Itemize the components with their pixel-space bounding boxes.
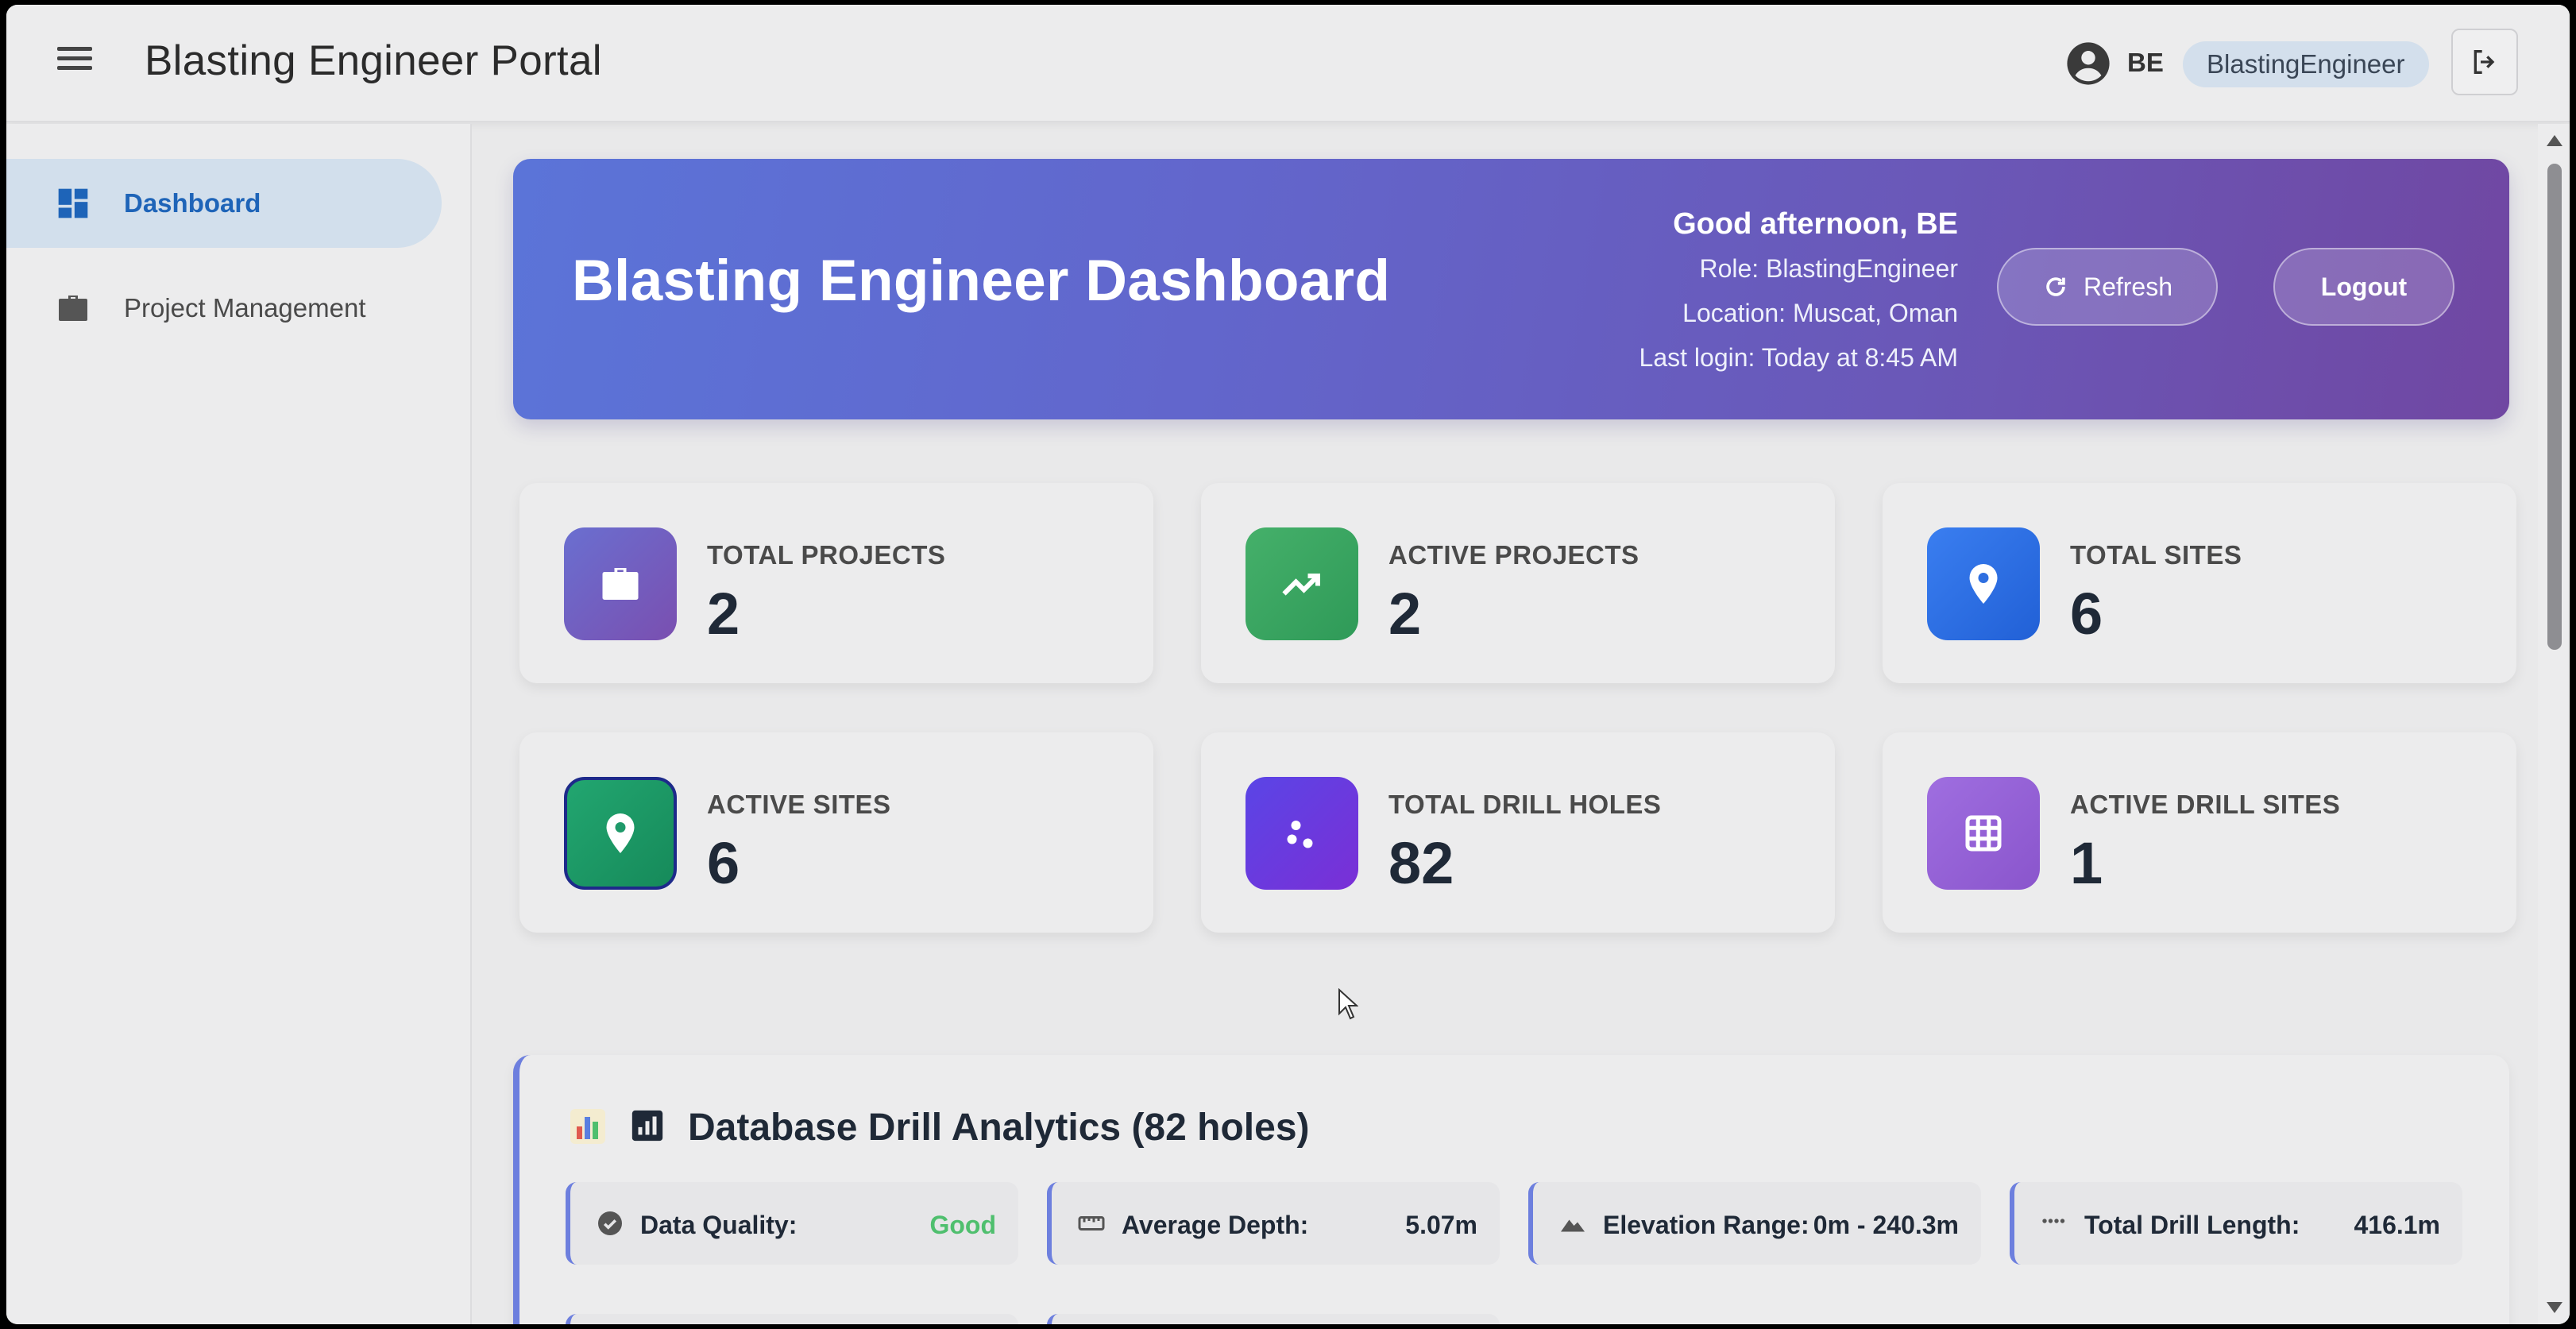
greeting: Good afternoon, BE	[1673, 207, 1958, 241]
scroll-up-arrow-icon[interactable]	[2547, 135, 2562, 146]
dotted-line-icon	[2042, 1219, 2065, 1223]
stat-card-total-sites: TOTAL SITES 6	[1883, 483, 2516, 683]
sidebar-item-label: Project Management	[124, 293, 366, 323]
terrain-icon	[1561, 1219, 1585, 1232]
stat-value: 2	[707, 581, 740, 647]
stat-value: 82	[1388, 830, 1454, 896]
stat-value: 2	[1388, 581, 1422, 647]
sidebar-item-label: Dashboard	[124, 188, 261, 218]
grid-icon	[1927, 777, 2040, 890]
user-initials: BE	[2127, 48, 2164, 77]
check-circle-icon	[598, 1211, 622, 1235]
dashboard-icon	[54, 184, 92, 222]
stat-value: 1	[2070, 830, 2103, 896]
trending-up-icon	[1246, 527, 1358, 640]
app-title: Blasting Engineer Portal	[145, 37, 602, 84]
sidebar-item-project-management[interactable]: Project Management	[6, 264, 442, 353]
scroll-down-arrow-icon[interactable]	[2547, 1302, 2562, 1313]
stat-card-active-sites: ACTIVE SITES 6	[519, 732, 1153, 933]
exit-button[interactable]	[2451, 29, 2518, 95]
stat-card-active-drill-sites: ACTIVE DRILL SITES 1	[1883, 732, 2516, 933]
app-bar: Blasting Engineer Portal BE BlastingEngi…	[6, 5, 2570, 122]
location-pin-icon	[564, 777, 677, 890]
metric-label: Total Drill Length:	[2084, 1211, 2300, 1239]
stat-card-total-projects: TOTAL PROJECTS 2	[519, 483, 1153, 683]
analytics-icon	[631, 1110, 663, 1142]
stat-card-active-projects: ACTIVE PROJECTS 2	[1201, 483, 1835, 683]
refresh-label: Refresh	[2083, 272, 2173, 301]
user-info: Good afternoon, BE Role: BlastingEnginee…	[1639, 202, 1958, 380]
stat-label: TOTAL SITES	[2070, 540, 2242, 570]
main-content: Blasting Engineer Dashboard Good afterno…	[473, 124, 2539, 1324]
stat-label: TOTAL DRILL HOLES	[1388, 790, 1662, 819]
logout-button[interactable]: Logout	[2273, 248, 2454, 326]
mouse-cursor-icon	[1338, 988, 1358, 1020]
metric-total-drill-length: Total Drill Length: 416.1m	[2010, 1182, 2462, 1265]
ruler-icon	[1078, 1216, 1105, 1230]
menu-hamburger-icon[interactable]	[51, 41, 98, 86]
stat-label: ACTIVE PROJECTS	[1388, 540, 1639, 570]
logout-label: Logout	[2320, 272, 2408, 301]
briefcase-icon	[564, 527, 677, 640]
role-text: Role: BlastingEngineer	[1699, 254, 1958, 283]
metric-value: 5.07m	[1405, 1211, 1477, 1239]
metric-data-quality: Data Quality: Good	[566, 1182, 1018, 1265]
sidebar: Dashboard Project Management	[6, 124, 472, 1324]
stat-label: ACTIVE DRILL SITES	[2070, 790, 2341, 819]
last-login-text: Last login: Today at 8:45 AM	[1639, 343, 1958, 372]
metric-label: Average Depth:	[1122, 1211, 1309, 1239]
app-window: Blasting Engineer Portal BE BlastingEngi…	[6, 5, 2570, 1324]
logout-icon	[2474, 50, 2495, 74]
location-text: Location: Muscat, Oman	[1682, 299, 1958, 327]
refresh-button[interactable]: Refresh	[1997, 248, 2218, 326]
stat-card-total-drill-holes: TOTAL DRILL HOLES 82	[1201, 732, 1835, 933]
sidebar-item-dashboard[interactable]: Dashboard	[6, 159, 442, 248]
metric-value: 0m - 240.3m	[1813, 1211, 1959, 1239]
metric-card-partial	[1047, 1314, 1500, 1324]
metric-value: 416.1m	[2354, 1211, 2440, 1239]
welcome-banner: Blasting Engineer Dashboard Good afterno…	[513, 159, 2509, 419]
refresh-icon	[2046, 277, 2065, 296]
account-circle-icon[interactable]	[2065, 41, 2111, 87]
stat-label: TOTAL PROJECTS	[707, 540, 946, 570]
metric-label: Elevation Range:	[1603, 1211, 1809, 1239]
drill-analytics-panel: Database Drill Analytics (82 holes) Data…	[513, 1055, 2509, 1324]
analytics-title: Database Drill Analytics (82 holes)	[688, 1107, 1310, 1149]
stat-value: 6	[707, 830, 740, 896]
role-chip: BlastingEngineer	[2183, 41, 2429, 87]
metric-average-depth: Average Depth: 5.07m	[1047, 1182, 1500, 1265]
bar-chart-emoji-icon	[570, 1109, 605, 1144]
metric-card-partial	[566, 1314, 1018, 1324]
metric-elevation-range: Elevation Range: 0m - 240.3m	[1528, 1182, 1981, 1265]
metric-label: Data Quality:	[640, 1211, 798, 1239]
stat-value: 6	[2070, 581, 2103, 647]
briefcase-icon	[54, 289, 92, 327]
vertical-scrollbar[interactable]	[2538, 124, 2570, 1324]
scroll-thumb[interactable]	[2547, 164, 2562, 650]
scatter-dots-icon	[1246, 777, 1358, 890]
dashboard-title: Blasting Engineer Dashboard	[572, 249, 1391, 313]
stat-label: ACTIVE SITES	[707, 790, 891, 819]
location-pin-icon	[1927, 527, 2040, 640]
metric-value: Good	[929, 1211, 996, 1239]
